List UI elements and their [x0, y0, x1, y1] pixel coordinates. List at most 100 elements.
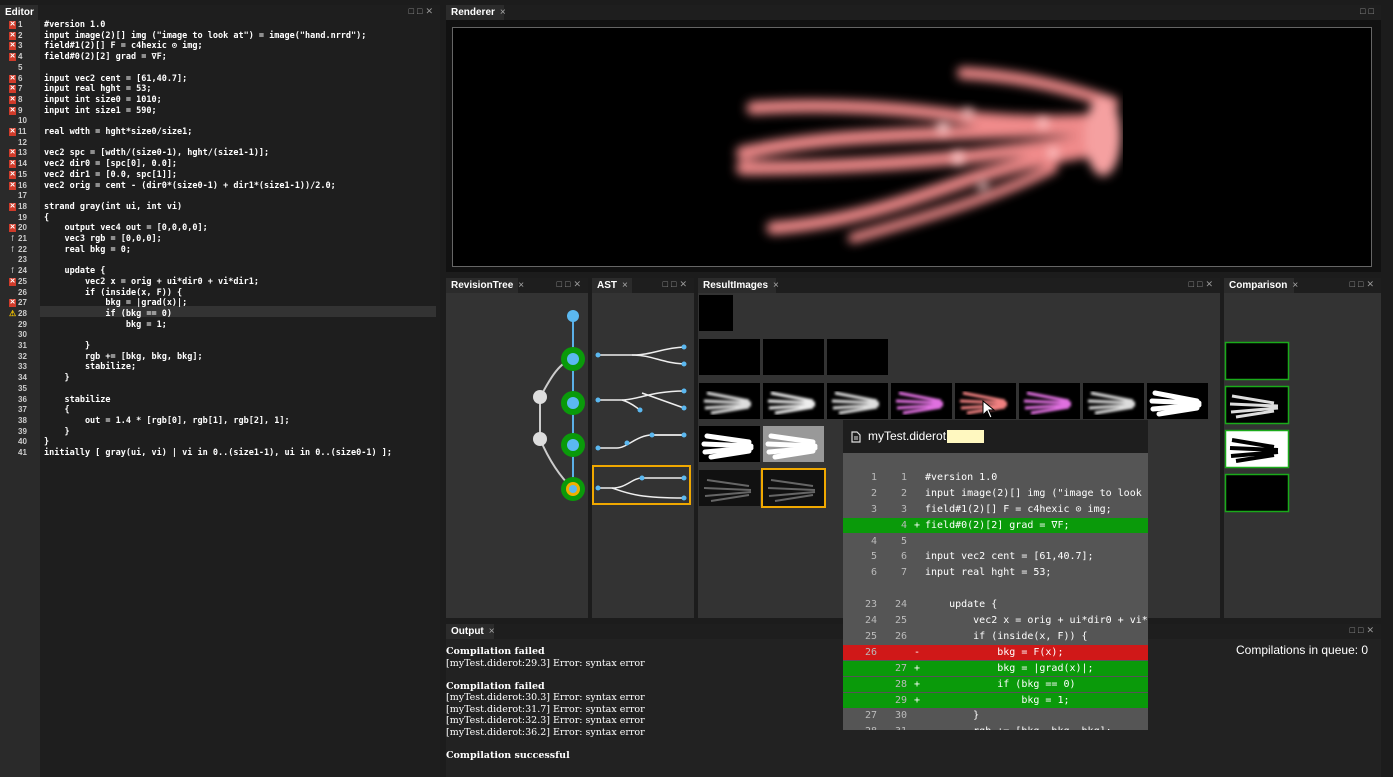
code-line[interactable]: strand gray(int ui, int vi) — [44, 202, 182, 213]
close-icon[interactable]: × — [622, 280, 628, 291]
result-thumbnail-row[interactable] — [699, 383, 1212, 419]
gutter-line[interactable]: 26 — [0, 288, 40, 299]
gutter-line[interactable]: 12 — [0, 138, 40, 149]
comparison-thumbnails[interactable] — [1224, 341, 1290, 517]
gutter-line[interactable]: 38 — [0, 416, 40, 427]
gutter-line[interactable]: 36 — [0, 395, 40, 406]
gutter-line[interactable]: 10 — [0, 116, 40, 127]
gutter-line[interactable]: ✕ 8 — [0, 95, 40, 106]
gutter-line[interactable]: ✕ 2 — [0, 31, 40, 42]
revision-node[interactable] — [567, 310, 579, 322]
gutter-line[interactable]: ✕ 4 — [0, 52, 40, 63]
close-icon[interactable]: × — [489, 626, 495, 637]
window-controls[interactable]: □□✕ — [409, 6, 436, 17]
result-thumbnail[interactable] — [699, 339, 760, 375]
code-line[interactable]: { — [44, 405, 69, 416]
window-controls[interactable]: □□✕ — [1350, 625, 1377, 636]
code-line[interactable]: if (inside(x, F)) { — [44, 288, 182, 299]
gutter-line[interactable]: ✕ 9 — [0, 106, 40, 117]
ast-diff-graphs[interactable] — [592, 293, 694, 523]
code-line[interactable]: } — [44, 373, 69, 384]
code-line[interactable]: } — [44, 437, 49, 448]
result-thumbnail-row[interactable] — [699, 468, 829, 508]
tab-revisiontree[interactable]: RevisionTree × — [446, 278, 524, 293]
window-controls[interactable]: □□✕ — [1350, 279, 1377, 290]
code-line[interactable]: input int size0 = 1010; — [44, 95, 162, 106]
code-line[interactable]: } — [44, 427, 69, 438]
result-thumbnail[interactable] — [827, 339, 888, 375]
tab-comparison[interactable]: Comparison × — [1224, 278, 1298, 293]
gutter-line[interactable]: 35 — [0, 384, 40, 395]
gutter-line[interactable]: 17 — [0, 191, 40, 202]
close-icon[interactable]: × — [773, 280, 779, 291]
code-line[interactable]: vec2 orig = cent - (dir0*(size0-1) + dir… — [44, 181, 336, 192]
gutter-line[interactable]: 32 — [0, 352, 40, 363]
gutter-line[interactable]: ✕ 7 — [0, 84, 40, 95]
code-line[interactable]: rgb += [bkg, bkg, bkg]; — [44, 352, 203, 363]
gutter-line[interactable]: ⚠ 28 — [0, 309, 40, 320]
gutter-line[interactable]: ✕ 16 — [0, 181, 40, 192]
gutter-line[interactable]: ✕ 20 — [0, 223, 40, 234]
code-line[interactable]: bkg = 1; — [44, 320, 167, 331]
revision-node[interactable] — [533, 432, 547, 446]
code-line[interactable]: { — [44, 213, 49, 224]
result-thumbnail[interactable] — [763, 339, 824, 375]
result-thumbnail[interactable] — [699, 295, 733, 331]
tab-renderer[interactable]: Renderer × — [446, 5, 506, 20]
code-line[interactable]: #version 1.0 — [44, 20, 105, 31]
code-line[interactable]: output vec4 out = [0,0,0,0]; — [44, 223, 207, 234]
gutter-line[interactable]: ✕ 3 — [0, 41, 40, 52]
render-canvas[interactable] — [452, 27, 1372, 267]
gutter-line[interactable]: ✕ 18 — [0, 202, 40, 213]
gutter-line[interactable]: ✕ 1 — [0, 20, 40, 31]
tab-ast[interactable]: AST × — [592, 278, 632, 293]
gutter-line[interactable]: 34 — [0, 373, 40, 384]
diff-popup[interactable]: myTest.diderot 1 1 #version 1.0 2 2 input ima… — [843, 420, 1148, 730]
window-controls[interactable]: □□✕ — [557, 279, 584, 290]
gutter-line[interactable]: 29 — [0, 320, 40, 331]
gutter-line[interactable]: 5 — [0, 63, 40, 74]
gutter-line[interactable]: 41 — [0, 448, 40, 459]
gutter-line[interactable]: f 22 — [0, 245, 40, 256]
gutter-line[interactable]: ✕ 13 — [0, 148, 40, 159]
gutter-line[interactable]: ✕ 6 — [0, 74, 40, 85]
tab-editor[interactable]: Editor — [0, 5, 38, 20]
code-line[interactable]: if (bkg == 0) — [44, 309, 172, 320]
window-controls[interactable]: □□✕ — [663, 279, 690, 290]
gutter-line[interactable]: ✕ 25 — [0, 277, 40, 288]
gutter-line[interactable]: f 21 — [0, 234, 40, 245]
window-controls[interactable]: □□✕ — [1189, 279, 1216, 290]
gutter-line[interactable]: 33 — [0, 362, 40, 373]
code-line[interactable]: input image(2)[] img ("image to look at"… — [44, 31, 366, 42]
code-line[interactable]: stabilize — [44, 395, 110, 406]
window-controls[interactable]: □□ — [1360, 6, 1377, 16]
gutter-line[interactable]: ✕ 11 — [0, 127, 40, 138]
code-line[interactable]: vec2 spc = [wdth/(size0-1), hght/(size1-… — [44, 148, 269, 159]
gutter-line[interactable]: ✕ 27 — [0, 298, 40, 309]
code-line[interactable]: vec3 rgb = [0,0,0]; — [44, 234, 161, 245]
gutter-line[interactable]: 23 — [0, 255, 40, 266]
tab-resultimages[interactable]: ResultImages × — [698, 278, 779, 293]
gutter-line[interactable]: 37 — [0, 405, 40, 416]
code-line[interactable]: vec2 dir0 = [spc[0], 0.0]; — [44, 159, 177, 170]
revision-node[interactable] — [533, 390, 547, 404]
code-line[interactable]: vec2 dir1 = [0.0, spc[1]]; — [44, 170, 177, 181]
code-line[interactable]: input int size1 = 590; — [44, 106, 157, 117]
gutter-line[interactable]: 40 — [0, 437, 40, 448]
gutter-line[interactable]: 31 — [0, 341, 40, 352]
code-line[interactable]: field#0(2)[2] grad = ∇F; — [44, 52, 167, 63]
gutter-line[interactable]: ✕ 15 — [0, 170, 40, 181]
code-line[interactable]: } — [44, 341, 90, 352]
close-icon[interactable]: × — [500, 7, 506, 18]
code-line[interactable]: out = 1.4 * [rgb[0], rgb[1], rgb[2], 1]; — [44, 416, 290, 427]
code-line[interactable]: input vec2 cent = [61,40.7]; — [44, 74, 187, 85]
gutter-line[interactable]: ✕ 14 — [0, 159, 40, 170]
close-icon[interactable]: × — [518, 280, 524, 291]
code-line[interactable]: vec2 x = orig + ui*dir0 + vi*dir1; — [44, 277, 259, 288]
gutter-line[interactable]: 39 — [0, 427, 40, 438]
tab-output[interactable]: Output × — [446, 624, 495, 639]
gutter-line[interactable]: 19 — [0, 213, 40, 224]
gutter-line[interactable]: 30 — [0, 330, 40, 341]
code-line[interactable]: stabilize; — [44, 362, 136, 373]
code-line[interactable]: initially [ gray(ui, vi) | vi in 0..(siz… — [44, 448, 392, 459]
